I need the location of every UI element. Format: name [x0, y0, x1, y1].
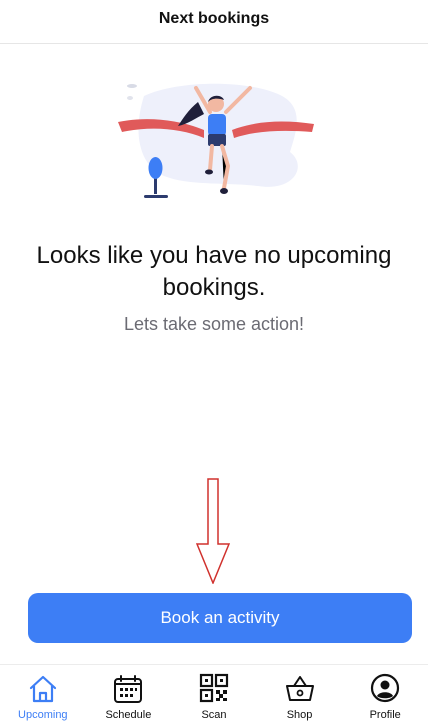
tab-label: Profile	[369, 709, 401, 721]
profile-icon	[371, 673, 400, 703]
finish-line-runner-illustration	[118, 74, 318, 204]
tab-scan[interactable]: Scan	[171, 665, 257, 723]
empty-state-title: Looks like you have no upcoming bookings…	[36, 242, 392, 301]
bottom-tab-bar: Upcoming Schedule Scan Shop Profile	[0, 664, 428, 723]
book-activity-button[interactable]: Book an activity	[28, 593, 412, 643]
tab-upcoming[interactable]: Upcoming	[0, 665, 86, 723]
calendar-icon	[114, 675, 143, 703]
red-outline-down-arrow	[195, 478, 231, 585]
qr-code-icon	[199, 673, 229, 703]
tab-label: Upcoming	[18, 709, 68, 721]
home-icon	[29, 675, 56, 703]
tab-shop[interactable]: Shop	[257, 665, 343, 723]
tab-schedule[interactable]: Schedule	[86, 665, 172, 723]
empty-state-subtitle: Lets take some action!	[123, 314, 305, 334]
page-title: Next bookings	[158, 9, 270, 27]
tab-label: Shop	[286, 709, 313, 721]
top-header: Next bookings	[0, 0, 428, 44]
tab-profile[interactable]: Profile	[342, 665, 428, 723]
tab-label: Scan	[201, 709, 227, 721]
shopping-basket-icon	[285, 676, 314, 701]
tab-label: Schedule	[105, 709, 152, 721]
